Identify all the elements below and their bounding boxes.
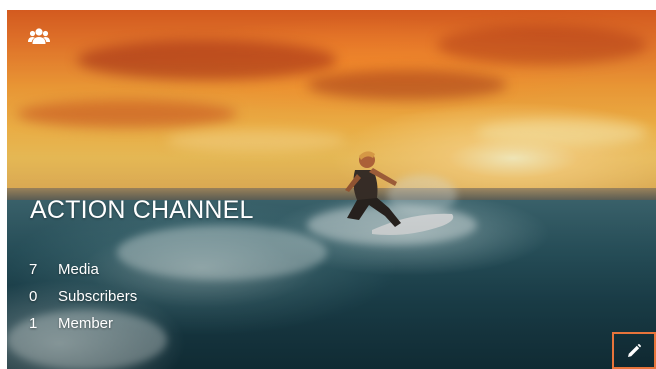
- channel-card[interactable]: ACTION CHANNEL 7 Media 0 Subscribers 1 Memb…: [7, 10, 656, 369]
- group-icon: [28, 28, 50, 44]
- stat-media: 7 Media: [29, 260, 137, 287]
- channel-stats: 7 Media 0 Subscribers 1 Member: [29, 260, 137, 341]
- stat-media-count: 7: [29, 261, 38, 278]
- stat-media-label: Media: [58, 261, 99, 278]
- stat-members-count: 1: [29, 315, 38, 332]
- stat-subscribers: 0 Subscribers: [29, 287, 137, 314]
- pencil-icon: [628, 343, 641, 357]
- stat-members: 1 Member: [29, 314, 137, 341]
- stat-members-label: Member: [58, 315, 114, 332]
- stat-subscribers-label: Subscribers: [58, 288, 138, 305]
- edit-channel-button[interactable]: [612, 332, 656, 369]
- stat-subscribers-count: 0: [29, 288, 38, 305]
- channel-title: ACTION CHANNEL: [30, 196, 254, 224]
